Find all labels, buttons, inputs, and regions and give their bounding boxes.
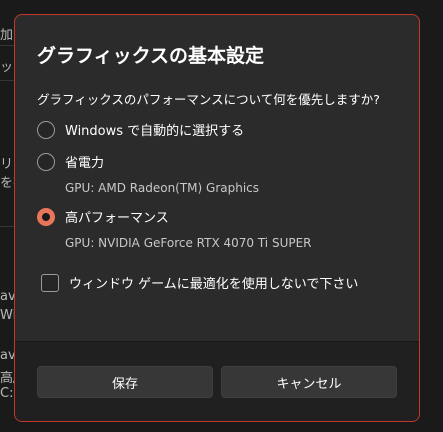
option-label: Windows で自動的に選択する [65, 124, 245, 139]
background-text: リ [0, 157, 14, 172]
high-performance-gpu-name: GPU: NVIDIA GeForce RTX 4070 Ti SUPER [65, 236, 312, 250]
checkbox[interactable] [41, 273, 59, 292]
disable-windowed-optimizations-option[interactable]: ウィンドウ ゲームに最適化を使用しないで下さい [41, 273, 358, 292]
power-saving-gpu-name: GPU: AMD Radeon(TM) Graphics [65, 181, 260, 195]
dialog-footer: 保存 キャンセル [15, 341, 419, 421]
option-power-saving[interactable]: 省電力 [37, 152, 104, 171]
dialog-question: グラフィックスのパフォーマンスについて何を優先しますか? [37, 92, 380, 107]
option-label: 省電力 [65, 156, 105, 171]
checkbox-label: ウィンドウ ゲームに最適化を使用しないで下さい [69, 277, 359, 292]
option-high-performance[interactable]: 高パフォーマンス [37, 207, 169, 226]
background-divider [0, 80, 14, 81]
dialog-title: グラフィックスの基本設定 [37, 45, 265, 67]
background-text: 加 [0, 28, 14, 43]
radio-button[interactable] [37, 152, 55, 171]
option-let-windows-decide[interactable]: Windows で自動的に選択する [37, 120, 244, 139]
background-divider [0, 45, 14, 46]
radio-button[interactable] [37, 120, 55, 139]
option-label: 高パフォーマンス [65, 211, 169, 226]
background-divider [0, 226, 14, 227]
radio-button-selected[interactable] [37, 207, 55, 226]
cancel-button[interactable]: キャンセル [221, 366, 397, 398]
graphics-preference-dialog: グラフィックスの基本設定 グラフィックスのパフォーマンスについて何を優先しますか… [14, 14, 420, 422]
save-button[interactable]: 保存 [37, 366, 213, 398]
